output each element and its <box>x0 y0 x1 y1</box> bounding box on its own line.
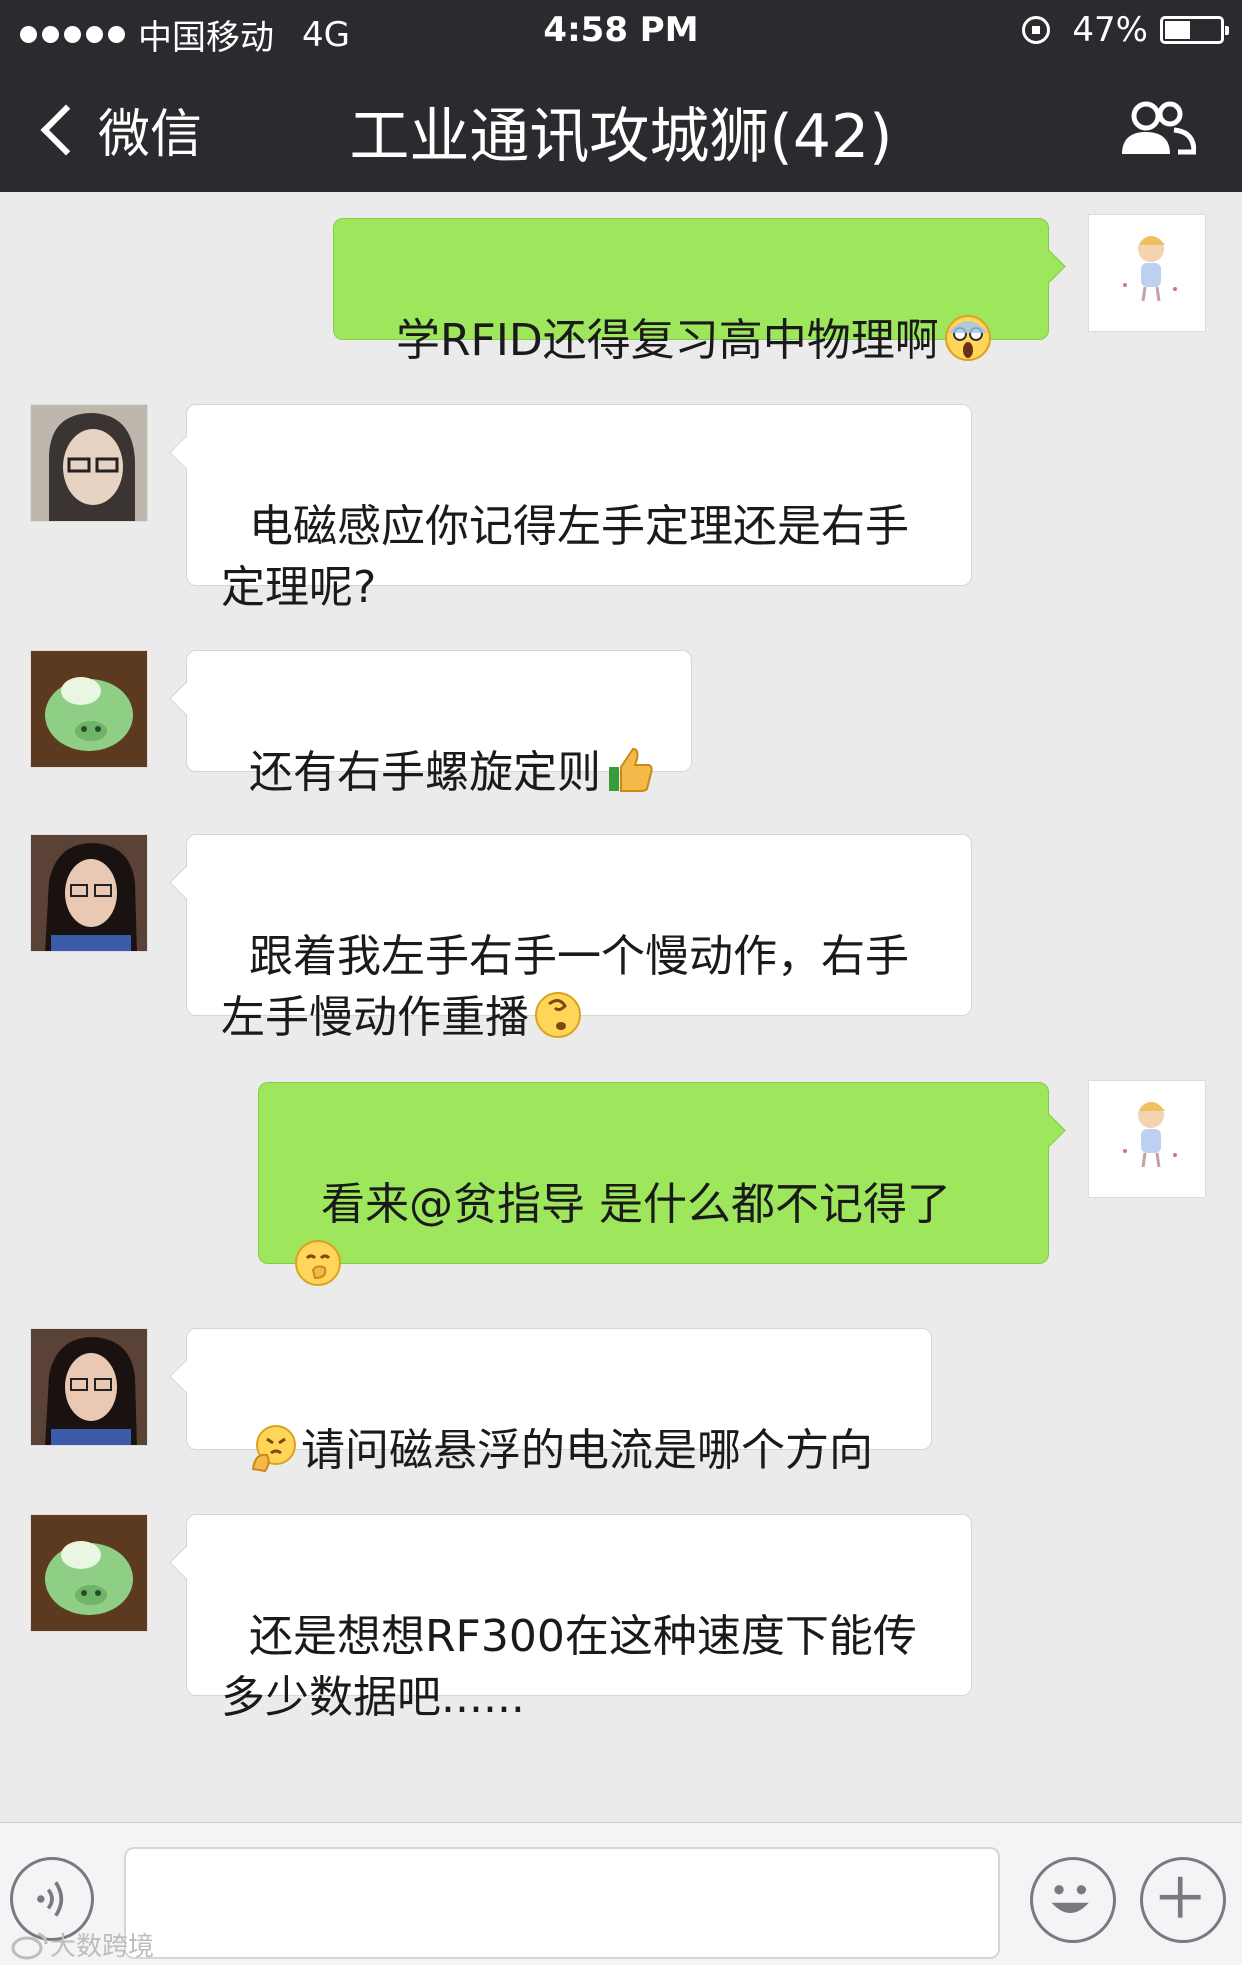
my-avatar[interactable] <box>1088 214 1206 332</box>
message-text: 请问磁悬浮的电流是哪个方向 <box>300 1425 873 1476</box>
message-text: 电磁感应你记得左手定理还是右手 定理呢? <box>221 501 909 613</box>
message-bubble-incoming[interactable]: 请问磁悬浮的电流是哪个方向 <box>186 1328 932 1476</box>
watermark-text: 大数跨境 <box>50 1932 155 1962</box>
message-text: 看来@贫指导 是什么都不记得了 <box>320 1179 951 1230</box>
sender-avatar[interactable] <box>30 834 148 952</box>
message-bubble-incoming[interactable]: 还是想想RF300在这种速度下能传 多少数据吧...... <box>186 1514 972 1723</box>
message-text: 还有右手螺旋定则 <box>248 747 601 798</box>
battery-percent: 47% <box>1072 10 1148 50</box>
nav-bar: 微信 工业通讯攻城狮(42) <box>0 62 1242 192</box>
plus-icon <box>1159 1876 1201 1918</box>
message-text: 还是想想RF300在这种速度下能传 多少数据吧...... <box>221 1611 917 1723</box>
weibo-logo-icon <box>11 1932 48 1959</box>
status-bar: 中国移动 4G 4:58 PM 47% <box>0 0 1242 62</box>
sender-avatar[interactable] <box>30 404 148 522</box>
message-bubble-outgoing[interactable]: 学RFID还得复习高中物理啊 <box>333 218 1049 366</box>
chat-title: 工业通讯攻城狮(42) <box>349 102 893 172</box>
my-avatar[interactable] <box>1088 1080 1206 1198</box>
shush-emoji <box>295 1240 341 1286</box>
watermark: 大数跨境 <box>10 1926 154 1963</box>
sender-avatar[interactable] <box>30 1514 148 1632</box>
status-right: 47% <box>1022 10 1229 50</box>
message-bubble-incoming[interactable]: 电磁感应你记得左手定理还是右手 定理呢? <box>186 404 972 613</box>
scream-emoji <box>944 315 991 361</box>
battery-icon <box>1160 16 1229 44</box>
message-input[interactable] <box>124 1847 1000 1959</box>
battery-fill <box>1165 21 1190 39</box>
smiley-icon <box>1051 1885 1089 1914</box>
thumbs-up-emoji <box>608 747 653 792</box>
message-bubble-incoming[interactable]: 跟着我左手右手一个慢动作，右手 左手慢动作重播 <box>186 834 972 1043</box>
message-text: 学RFID还得复习高中物理啊 <box>395 315 939 366</box>
group-members-icon[interactable] <box>1118 100 1196 156</box>
dizzy-face-emoji <box>535 992 581 1038</box>
message-bubble-outgoing[interactable]: 看来@贫指导 是什么都不记得了 <box>258 1082 1049 1286</box>
more-button[interactable] <box>1140 1857 1226 1943</box>
emoji-button[interactable] <box>1030 1857 1116 1943</box>
orientation-lock-icon <box>1022 16 1051 44</box>
message-bubble-incoming[interactable]: 还有右手螺旋定则 <box>186 650 692 798</box>
angry-fist-emoji <box>251 1425 296 1473</box>
input-bar <box>0 1822 1242 1965</box>
sender-avatar[interactable] <box>30 1328 148 1446</box>
sender-avatar[interactable] <box>30 650 148 768</box>
